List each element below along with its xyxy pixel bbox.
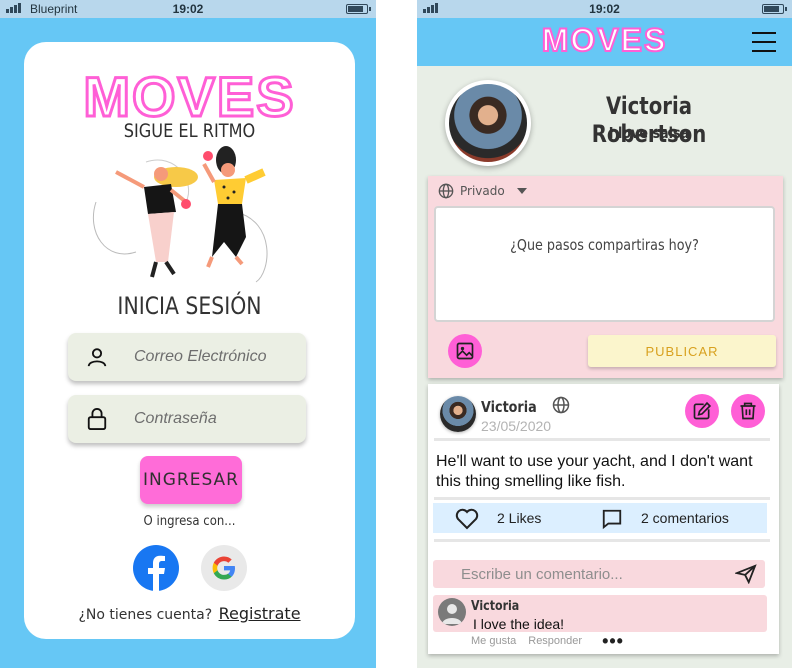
post-textarea[interactable] (434, 206, 775, 322)
likes-count[interactable]: 2 Likes (497, 510, 541, 526)
profile-photo (449, 84, 527, 162)
google-icon (212, 556, 235, 580)
comment-avatar[interactable] (438, 598, 466, 626)
privacy-label: Privado (460, 184, 505, 198)
divider (434, 497, 770, 500)
comment-author[interactable]: Victoria (471, 599, 519, 614)
comment-item: Victoria I love the idea! (433, 595, 767, 632)
user-icon (68, 346, 108, 368)
profile-bio: I love salsa (608, 124, 690, 142)
more-options-icon[interactable]: ••• (602, 632, 624, 650)
profile-screen: 19:02 MOVES Victoria Robertson I love sa… (417, 0, 792, 668)
post-card: Victoria 23/05/2020 He'll want to use yo… (428, 384, 779, 654)
post-date: 23/05/2020 (481, 418, 552, 434)
login-heading: INICIA SESIÓN (117, 292, 262, 320)
signup-link[interactable]: Registrate (219, 604, 301, 623)
trash-icon (740, 402, 756, 420)
comment-input[interactable] (433, 560, 723, 588)
send-icon[interactable] (735, 564, 757, 584)
add-image-button[interactable] (448, 334, 482, 368)
lock-icon (68, 407, 108, 431)
app-bar: MOVES (417, 18, 792, 66)
facebook-login-button[interactable] (133, 545, 179, 591)
status-bar: 19:02 (417, 0, 792, 18)
like-comment-link[interactable]: Me gusta (471, 635, 516, 647)
profile-avatar[interactable] (445, 80, 531, 166)
password-field[interactable] (68, 395, 306, 443)
email-input[interactable] (134, 348, 284, 366)
edit-icon (693, 401, 712, 420)
comment-input-wrapper (433, 560, 765, 588)
app-logo: MOVES (541, 21, 668, 59)
caret-down-icon (516, 188, 527, 194)
google-login-button[interactable] (201, 545, 247, 591)
clock: 19:02 (589, 2, 620, 16)
facebook-icon (148, 555, 165, 591)
image-icon (456, 342, 474, 360)
divider (434, 438, 770, 441)
edit-post-button[interactable] (685, 394, 719, 428)
heart-icon[interactable] (455, 508, 479, 530)
privacy-selector[interactable]: Privado (438, 183, 527, 199)
or-login-with: O ingresa con... (143, 514, 236, 529)
post-author-avatar[interactable] (440, 396, 476, 432)
comment-actions: Me gusta Responder ••• (471, 632, 624, 650)
signup-row: ¿No tienes cuenta? Registrate (24, 604, 355, 623)
divider (434, 539, 770, 542)
login-card: MOVES SIGUE EL RITMO INICIA SESIÓN Corre… (24, 42, 355, 639)
post-composer: Privado ¿Que pasos compartiras hoy? PUBL… (428, 176, 783, 378)
post-author[interactable]: Victoria (481, 398, 537, 416)
comment-text: I love the idea! (473, 616, 565, 632)
publish-button[interactable]: PUBLICAR (588, 335, 776, 367)
post-body: He'll want to use your yacht, and I don'… (436, 453, 753, 490)
comments-count[interactable]: 2 comentarios (641, 510, 729, 526)
battery-icon (762, 4, 787, 14)
reaction-bar: 2 Likes 2 comentarios (433, 503, 767, 533)
globe-icon (438, 183, 454, 199)
globe-icon (552, 396, 570, 414)
comment-icon[interactable] (601, 508, 623, 530)
dancers-illustration (92, 146, 268, 283)
tagline: SIGUE EL RITMO (123, 120, 256, 142)
login-screen: Blueprint 19:02 MOVES SIGUE EL RITMO INI… (0, 0, 376, 668)
reply-comment-link[interactable]: Responder (528, 635, 582, 647)
login-button[interactable]: INGRESAR (140, 456, 242, 504)
battery-icon (346, 4, 371, 14)
user-placeholder-icon (442, 604, 462, 624)
email-field[interactable] (68, 333, 306, 381)
clock: 19:02 (172, 2, 204, 16)
no-account-text: ¿No tienes cuenta? (78, 607, 213, 623)
password-input[interactable] (134, 410, 284, 428)
hamburger-menu-icon[interactable] (752, 32, 776, 52)
delete-post-button[interactable] (731, 394, 765, 428)
status-bar: Blueprint 19:02 (0, 0, 376, 18)
